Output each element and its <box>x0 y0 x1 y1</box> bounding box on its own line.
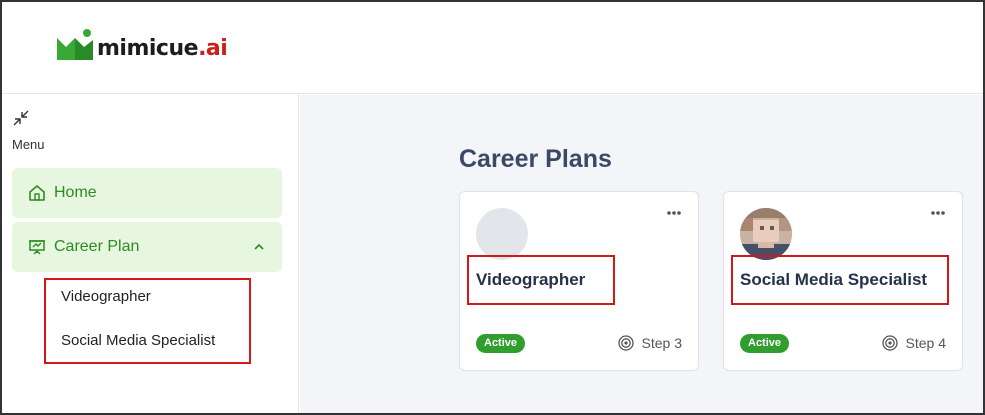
career-plan-card[interactable]: Social Media Specialist Active Step 4 <box>723 191 963 371</box>
sidebar-item-home[interactable]: Home <box>12 168 282 218</box>
page-title: Career Plans <box>459 145 612 173</box>
menu-label: Menu <box>12 137 45 152</box>
logo-name: mimicue <box>97 35 199 61</box>
mimicue-logo-icon <box>57 29 93 60</box>
step-indicator: Step 4 <box>881 335 946 351</box>
app-header: mimicue.ai <box>0 0 985 94</box>
sidebar: Menu Home Career Plan Videographer Socia… <box>0 94 299 415</box>
career-plan-submenu: Videographer Social Media Specialist <box>44 278 251 364</box>
career-plan-card[interactable]: Videographer Active Step 3 <box>459 191 699 371</box>
status-badge: Active <box>740 334 790 353</box>
card-title[interactable]: Social Media Specialist <box>740 270 927 290</box>
sidebar-item-career-plan[interactable]: Career Plan <box>12 222 282 272</box>
card-title-highlight: Social Media Specialist <box>731 255 949 305</box>
step-label: Step 4 <box>905 335 946 351</box>
target-icon <box>881 335 898 351</box>
collapse-icon[interactable] <box>13 110 29 126</box>
sidebar-item-label: Home <box>54 184 97 201</box>
logo[interactable]: mimicue.ai <box>55 28 228 62</box>
submenu-item-social-media-specialist[interactable]: Social Media Specialist <box>61 332 215 349</box>
submenu-item-videographer[interactable]: Videographer <box>61 288 151 305</box>
logo-suffix: .ai <box>198 35 228 61</box>
more-options-icon[interactable] <box>930 210 946 216</box>
status-badge: Active <box>476 334 526 353</box>
step-indicator: Step 3 <box>617 335 682 351</box>
user-photo-icon <box>740 208 792 260</box>
presentation-icon <box>29 240 45 255</box>
avatar <box>740 208 792 260</box>
card-title[interactable]: Videographer <box>476 270 585 290</box>
sidebar-item-label: Career Plan <box>54 238 140 255</box>
more-options-icon[interactable] <box>666 210 682 216</box>
home-icon <box>29 185 45 201</box>
main-content: Career Plans Videographer Active Step 3 <box>300 95 985 415</box>
chevron-up-icon[interactable] <box>252 240 266 254</box>
card-title-highlight: Videographer <box>467 255 615 305</box>
logo-text: mimicue.ai <box>97 35 228 61</box>
avatar <box>476 208 528 260</box>
target-icon <box>617 335 634 351</box>
step-label: Step 3 <box>641 335 682 351</box>
